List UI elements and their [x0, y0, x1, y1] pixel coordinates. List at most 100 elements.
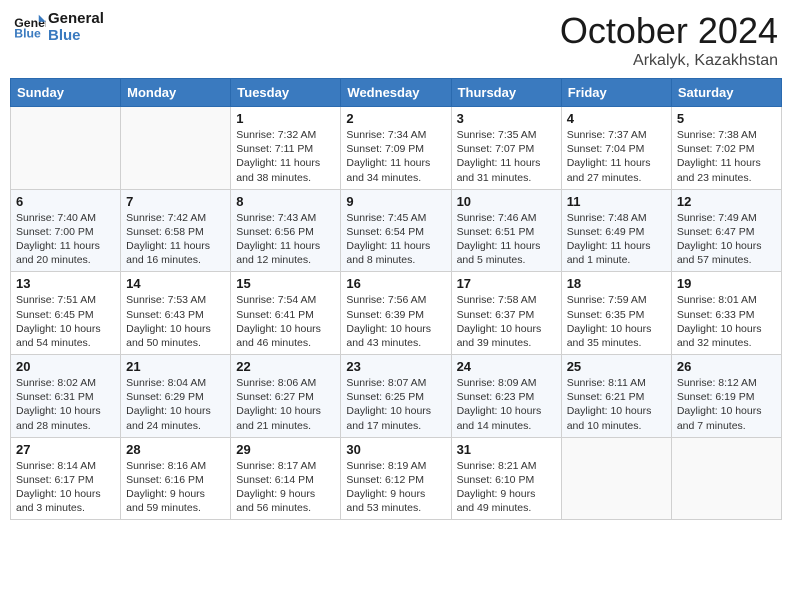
logo-icon: General Blue [14, 13, 46, 41]
calendar-cell: 16Sunrise: 7:56 AMSunset: 6:39 PMDayligh… [341, 272, 451, 355]
calendar-cell: 21Sunrise: 8:04 AMSunset: 6:29 PMDayligh… [121, 355, 231, 438]
calendar-cell: 6 Sunrise: 7:40 AMSunset: 7:00 PMDaylight… [11, 189, 121, 272]
day-info: Sunrise: 8:02 AMSunset: 6:31 PMDaylight:… [16, 376, 115, 433]
day-info: Sunrise: 8:09 AMSunset: 6:23 PMDaylight:… [457, 376, 556, 433]
day-number: 6 [16, 194, 115, 209]
logo-blue: Blue [48, 27, 104, 44]
calendar-cell: 1Sunrise: 7:32 AMSunset: 7:11 PMDaylight… [231, 107, 341, 190]
calendar-week-5: 27 Sunrise: 8:14 AMSunset: 6:17 PMDayligh… [11, 437, 782, 520]
location-title: Arkalyk, Kazakhstan [560, 52, 778, 70]
calendar-cell [561, 437, 671, 520]
day-number: 15 [236, 276, 335, 291]
day-number: 22 [236, 359, 335, 374]
calendar-cell: 8Sunrise: 7:43 AMSunset: 6:56 PMDaylight… [231, 189, 341, 272]
day-number: 2 [346, 111, 445, 126]
calendar-cell: 31 Sunrise: 8:21 AMSunset: 6:10 PMDayligh… [451, 437, 561, 520]
day-info: Sunrise: 7:40 AMSunset: 7:00 PMDaylight:… [16, 211, 115, 268]
day-info: Sunrise: 7:38 AMSunset: 7:02 PMDaylight:… [677, 128, 776, 185]
day-info: Sunrise: 7:58 AMSunset: 6:37 PMDaylight:… [457, 293, 556, 350]
day-number: 10 [457, 194, 556, 209]
day-number: 9 [346, 194, 445, 209]
weekday-header-tuesday: Tuesday [231, 79, 341, 107]
calendar-cell: 24 Sunrise: 8:09 AMSunset: 6:23 PMDayligh… [451, 355, 561, 438]
calendar-cell [121, 107, 231, 190]
day-info: Sunrise: 8:17 AMSunset: 6:14 PMDaylight:… [236, 459, 335, 516]
day-number: 13 [16, 276, 115, 291]
day-number: 21 [126, 359, 225, 374]
calendar-cell: 15 Sunrise: 7:54 AMSunset: 6:41 PMDayligh… [231, 272, 341, 355]
weekday-header-friday: Friday [561, 79, 671, 107]
day-info: Sunrise: 7:59 AMSunset: 6:35 PMDaylight:… [567, 293, 666, 350]
day-info: Sunrise: 7:37 AMSunset: 7:04 PMDaylight:… [567, 128, 666, 185]
calendar-cell: 13Sunrise: 7:51 AMSunset: 6:45 PMDayligh… [11, 272, 121, 355]
day-info: Sunrise: 7:32 AMSunset: 7:11 PMDaylight:… [236, 128, 335, 185]
day-number: 3 [457, 111, 556, 126]
day-info: Sunrise: 7:48 AMSunset: 6:49 PMDaylight:… [567, 211, 666, 268]
calendar-week-3: 13Sunrise: 7:51 AMSunset: 6:45 PMDayligh… [11, 272, 782, 355]
day-info: Sunrise: 8:21 AMSunset: 6:10 PMDaylight:… [457, 459, 556, 516]
calendar-week-4: 20 Sunrise: 8:02 AMSunset: 6:31 PMDayligh… [11, 355, 782, 438]
title-block: October 2024 Arkalyk, Kazakhstan [560, 10, 778, 70]
calendar-cell: 22 Sunrise: 8:06 AMSunset: 6:27 PMDayligh… [231, 355, 341, 438]
calendar-cell: 10 Sunrise: 7:46 AMSunset: 6:51 PMDayligh… [451, 189, 561, 272]
calendar-cell: 25 Sunrise: 8:11 AMSunset: 6:21 PMDayligh… [561, 355, 671, 438]
calendar-cell [671, 437, 781, 520]
day-info: Sunrise: 7:45 AMSunset: 6:54 PMDaylight:… [346, 211, 445, 268]
day-number: 7 [126, 194, 225, 209]
weekday-header-row: SundayMondayTuesdayWednesdayThursdayFrid… [11, 79, 782, 107]
calendar-cell: 14 Sunrise: 7:53 AMSunset: 6:43 PMDayligh… [121, 272, 231, 355]
day-info: Sunrise: 7:34 AMSunset: 7:09 PMDaylight:… [346, 128, 445, 185]
day-number: 30 [346, 442, 445, 457]
calendar-cell: 18 Sunrise: 7:59 AMSunset: 6:35 PMDayligh… [561, 272, 671, 355]
day-number: 28 [126, 442, 225, 457]
weekday-header-sunday: Sunday [11, 79, 121, 107]
calendar-week-2: 6 Sunrise: 7:40 AMSunset: 7:00 PMDaylight… [11, 189, 782, 272]
day-number: 25 [567, 359, 666, 374]
day-info: Sunrise: 7:46 AMSunset: 6:51 PMDaylight:… [457, 211, 556, 268]
calendar-cell: 26 Sunrise: 8:12 AMSunset: 6:19 PMDayligh… [671, 355, 781, 438]
calendar-cell: 20 Sunrise: 8:02 AMSunset: 6:31 PMDayligh… [11, 355, 121, 438]
logo: General Blue General Blue [14, 10, 104, 44]
day-info: Sunrise: 8:16 AMSunset: 6:16 PMDaylight:… [126, 459, 225, 516]
day-number: 19 [677, 276, 776, 291]
calendar-cell: 17 Sunrise: 7:58 AMSunset: 6:37 PMDayligh… [451, 272, 561, 355]
page-header: General Blue General Blue October 2024 A… [10, 10, 782, 70]
weekday-header-wednesday: Wednesday [341, 79, 451, 107]
calendar-cell: 9 Sunrise: 7:45 AMSunset: 6:54 PMDaylight… [341, 189, 451, 272]
day-number: 31 [457, 442, 556, 457]
day-number: 8 [236, 194, 335, 209]
weekday-header-monday: Monday [121, 79, 231, 107]
calendar-cell: 5Sunrise: 7:38 AMSunset: 7:02 PMDaylight… [671, 107, 781, 190]
day-number: 14 [126, 276, 225, 291]
calendar-week-1: 1Sunrise: 7:32 AMSunset: 7:11 PMDaylight… [11, 107, 782, 190]
day-info: Sunrise: 7:53 AMSunset: 6:43 PMDaylight:… [126, 293, 225, 350]
day-number: 18 [567, 276, 666, 291]
day-number: 27 [16, 442, 115, 457]
day-number: 16 [346, 276, 445, 291]
day-number: 11 [567, 194, 666, 209]
calendar-cell: 4 Sunrise: 7:37 AMSunset: 7:04 PMDaylight… [561, 107, 671, 190]
day-number: 26 [677, 359, 776, 374]
calendar-cell: 23Sunrise: 8:07 AMSunset: 6:25 PMDayligh… [341, 355, 451, 438]
day-number: 20 [16, 359, 115, 374]
weekday-header-thursday: Thursday [451, 79, 561, 107]
logo-general: General [48, 10, 104, 27]
day-number: 4 [567, 111, 666, 126]
day-number: 12 [677, 194, 776, 209]
day-info: Sunrise: 8:11 AMSunset: 6:21 PMDaylight:… [567, 376, 666, 433]
svg-text:Blue: Blue [14, 27, 41, 41]
day-info: Sunrise: 7:54 AMSunset: 6:41 PMDaylight:… [236, 293, 335, 350]
calendar-cell: 7Sunrise: 7:42 AMSunset: 6:58 PMDaylight… [121, 189, 231, 272]
day-info: Sunrise: 8:14 AMSunset: 6:17 PMDaylight:… [16, 459, 115, 516]
calendar-cell: 28 Sunrise: 8:16 AMSunset: 6:16 PMDayligh… [121, 437, 231, 520]
day-number: 23 [346, 359, 445, 374]
weekday-header-saturday: Saturday [671, 79, 781, 107]
day-info: Sunrise: 8:12 AMSunset: 6:19 PMDaylight:… [677, 376, 776, 433]
day-number: 17 [457, 276, 556, 291]
day-info: Sunrise: 8:06 AMSunset: 6:27 PMDaylight:… [236, 376, 335, 433]
calendar-cell: 29Sunrise: 8:17 AMSunset: 6:14 PMDayligh… [231, 437, 341, 520]
calendar-cell: 11 Sunrise: 7:48 AMSunset: 6:49 PMDayligh… [561, 189, 671, 272]
calendar-cell: 2 Sunrise: 7:34 AMSunset: 7:09 PMDaylight… [341, 107, 451, 190]
calendar-cell: 30Sunrise: 8:19 AMSunset: 6:12 PMDayligh… [341, 437, 451, 520]
day-number: 24 [457, 359, 556, 374]
